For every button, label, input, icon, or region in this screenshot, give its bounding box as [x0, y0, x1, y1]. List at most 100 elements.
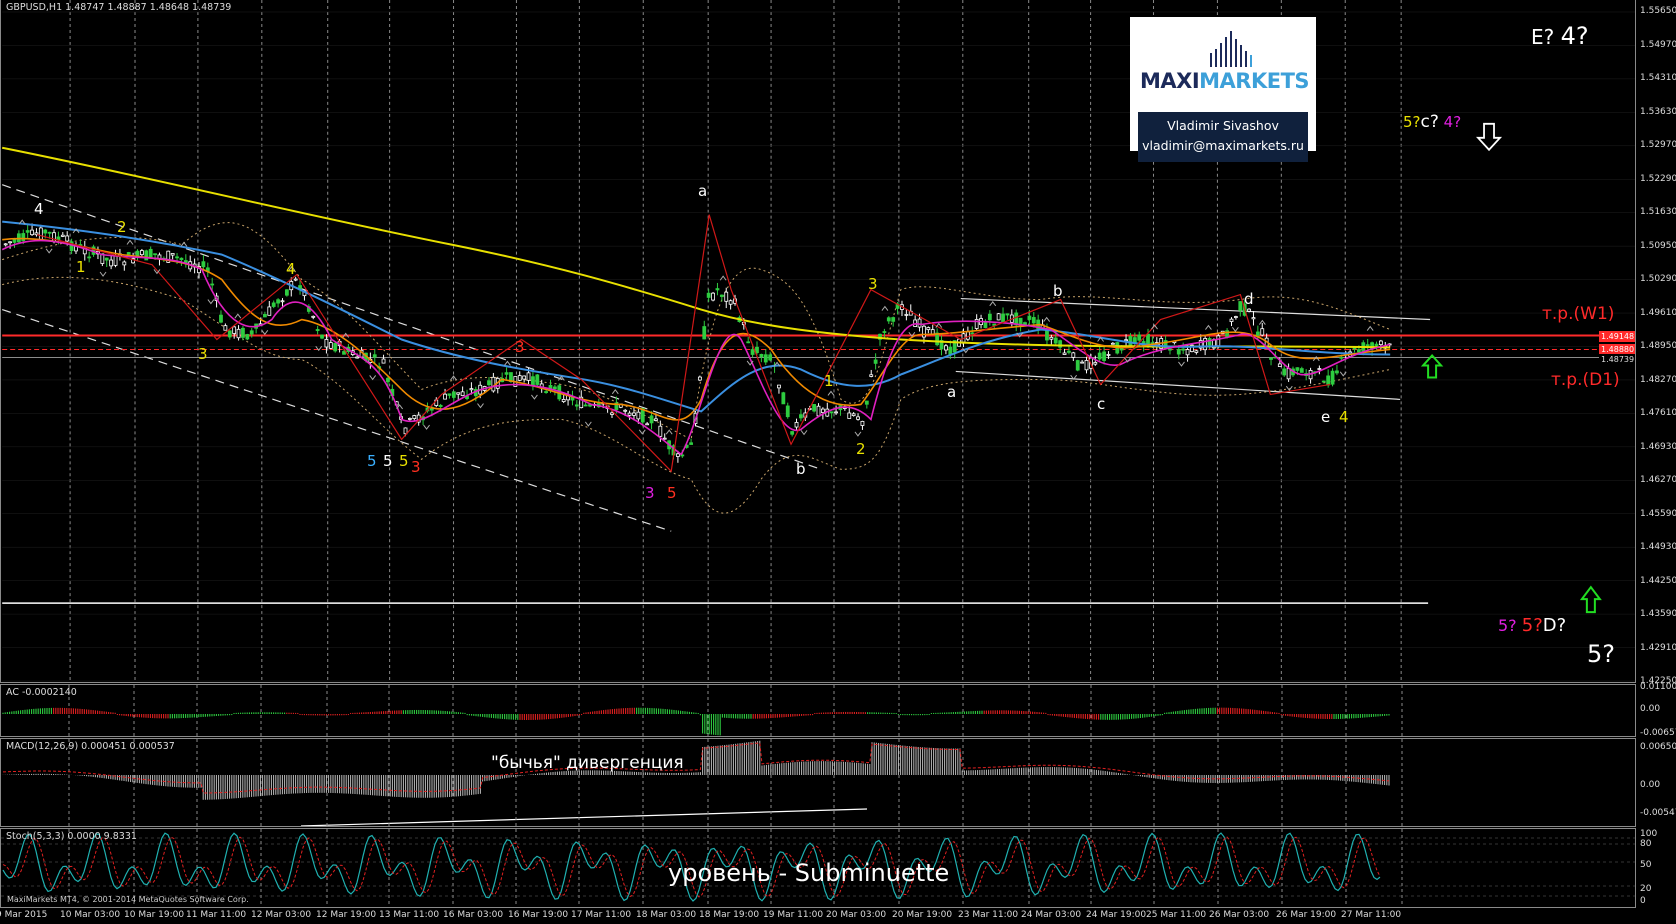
ma-blue-line: [2, 220, 1391, 413]
time-label: 11 Mar 11:00: [186, 910, 247, 920]
chart-symbol-header: GBPUSD,H1 1.48747 1.48887 1.48648 1.4873…: [6, 2, 232, 13]
indicator-tick: 0.006503: [1640, 742, 1676, 752]
indicator-tick: -0.005477: [1640, 808, 1676, 818]
ac-title: AC -0.0002140: [6, 687, 77, 698]
divergence-line: [300, 808, 868, 826]
time-label: 24 Mar 03:00: [1021, 910, 1082, 920]
time-label: 26 Mar 03:00: [1209, 910, 1270, 920]
indicator-tick: 0: [1640, 896, 1646, 906]
price-tick: 1.44930: [1640, 542, 1676, 552]
wave-label: 3: [645, 484, 655, 502]
price-tick: 1.44250: [1640, 575, 1676, 586]
main-chart-pane[interactable]: GBPUSD,H1 1.48747 1.48887 1.48648 1.4873…: [0, 0, 1636, 683]
arrow-up-right-icon: [1420, 353, 1444, 379]
ac-histogram: [2, 685, 1403, 736]
time-label: 10 Mar 19:00: [124, 910, 185, 920]
indicator-tick: 50: [1640, 860, 1652, 870]
macd-title: MACD(12,26,9) 0.000451 0.000537: [6, 741, 175, 752]
wave-label: c: [1097, 395, 1106, 413]
time-label: 13 Mar 11:00: [379, 910, 440, 920]
wave-label-e: E? 4?: [1531, 22, 1589, 50]
indicator-tick: 0.011005: [1640, 682, 1676, 692]
wave-label: e: [1321, 408, 1331, 426]
price-tick: 1.54970: [1640, 39, 1676, 50]
time-label: 20 Mar 19:00: [892, 910, 953, 920]
price-tick: 1.43590: [1640, 609, 1676, 619]
arrow-up-bottom-icon: [1579, 585, 1602, 614]
wave-label: 3: [411, 458, 421, 476]
price-tick: 1.54310: [1640, 73, 1676, 83]
price-tick: 1.47610: [1640, 408, 1676, 418]
indicator-tick: -0.006579: [1640, 728, 1676, 738]
wave-label-d5: 5? 5?D?: [1498, 615, 1567, 636]
time-axis[interactable]: 9 Mar 2015 10 Mar 03:00 10 Mar 19:00 11 Mar…: [0, 908, 1636, 924]
ac-indicator-pane[interactable]: AC -0.0002140: [0, 684, 1636, 737]
maximarkets-logo: MAXIMARKETS Vladimir Sivashov vladimir@m…: [1130, 17, 1316, 162]
time-label: 24 Mar 19:00: [1086, 910, 1147, 920]
price-tag-1: 1.49148: [1599, 331, 1635, 342]
time-label: 25 Mar 11:00: [1146, 910, 1207, 920]
macd-histogram: [2, 739, 1403, 826]
wave-label: b: [1053, 282, 1063, 300]
price-tick: 1.50290: [1640, 274, 1676, 284]
price-chart[interactable]: [1, 0, 1636, 682]
price-tick: 1.46930: [1640, 441, 1676, 452]
time-label: 12 Mar 03:00: [251, 910, 312, 920]
time-label: 27 Mar 11:00: [1341, 910, 1402, 920]
price-tick: 1.52970: [1640, 140, 1676, 150]
price-axis[interactable]: 1.55650 1.54970 1.54310 1.53630 1.52970 1.522…: [1636, 0, 1676, 908]
time-label: 16 Mar 03:00: [443, 910, 504, 920]
time-label: 9 Mar 2015: [0, 910, 48, 920]
wave-label: 4: [34, 200, 44, 218]
time-label: 23 Mar 11:00: [958, 910, 1019, 920]
time-label: 10 Mar 03:00: [60, 910, 121, 920]
wave-label: 5: [399, 452, 409, 470]
wave-label: 5: [367, 452, 377, 470]
wave-label: 5: [667, 484, 677, 502]
price-tick: 1.46270: [1640, 475, 1676, 485]
price-tick: 1.49610: [1640, 307, 1676, 318]
wave-label: b: [796, 460, 806, 478]
level-d1-label: т.р.(D1): [1551, 370, 1620, 390]
time-label: 12 Mar 19:00: [316, 910, 377, 920]
wave-label: 3: [198, 345, 208, 363]
price-tick: 1.55650: [1640, 6, 1676, 16]
stoch-title: Stoch(5,3,3) 0.0000 9.8331: [6, 831, 137, 842]
author-block: Vladimir Sivashov vladimir@maximarkets.r…: [1138, 112, 1308, 162]
time-label: 20 Mar 03:00: [826, 910, 887, 920]
copyright-text: MaxiMarkets MT4, © 2001-2014 MetaQuotes …: [7, 895, 249, 904]
time-label: 16 Mar 19:00: [508, 910, 569, 920]
wave-label: d: [1244, 290, 1254, 308]
level-w1-label: т.р.(W1): [1542, 304, 1615, 324]
price-tick: 1.50950: [1640, 240, 1676, 251]
wave-label: 3: [515, 338, 525, 356]
price-tick: 1.48270: [1640, 374, 1676, 385]
time-label: 26 Mar 19:00: [1276, 910, 1337, 920]
time-label: 17 Mar 11:00: [571, 910, 632, 920]
time-label: 18 Mar 03:00: [636, 910, 697, 920]
price-tick: 1.42910: [1640, 642, 1676, 653]
horizontal-grid: [2, 11, 1635, 682]
wave-label: 4: [286, 260, 296, 278]
author-email: vladimir@maximarkets.ru: [1142, 138, 1304, 153]
stochastic-indicator-pane[interactable]: Stoch(5,3,3) 0.0000 9.8331 уровень - Sub…: [0, 828, 1636, 908]
wave-label: 2: [856, 440, 866, 458]
indicator-tick: 0.00: [1640, 780, 1661, 790]
time-label: 18 Mar 19:00: [699, 910, 760, 920]
wave-label-5: 5?: [1587, 640, 1616, 668]
bullish-divergence-label: "бычья" дивергенция: [491, 753, 684, 773]
macd-indicator-pane[interactable]: MACD(12,26,9) 0.000451 0.000537 "бычья" …: [0, 738, 1636, 827]
wave-label: 5: [383, 452, 393, 470]
logo-bars-icon: [1210, 31, 1252, 67]
wave-label: a: [947, 383, 957, 401]
time-label: 19 Mar 11:00: [763, 910, 824, 920]
level-subminuette-label: уровень - Subminuette: [668, 859, 950, 887]
logo-wordmark: MAXIMARKETS: [1140, 69, 1310, 93]
price-tick: 1.51630: [1640, 207, 1676, 217]
indicator-tick: 20: [1640, 884, 1652, 894]
wave-label: a: [698, 182, 708, 200]
indicator-tick: 0.00: [1640, 704, 1661, 714]
wave-label: 1: [76, 258, 86, 276]
wave-label: 2: [117, 218, 127, 236]
price-tick: 1.48950: [1640, 341, 1676, 351]
